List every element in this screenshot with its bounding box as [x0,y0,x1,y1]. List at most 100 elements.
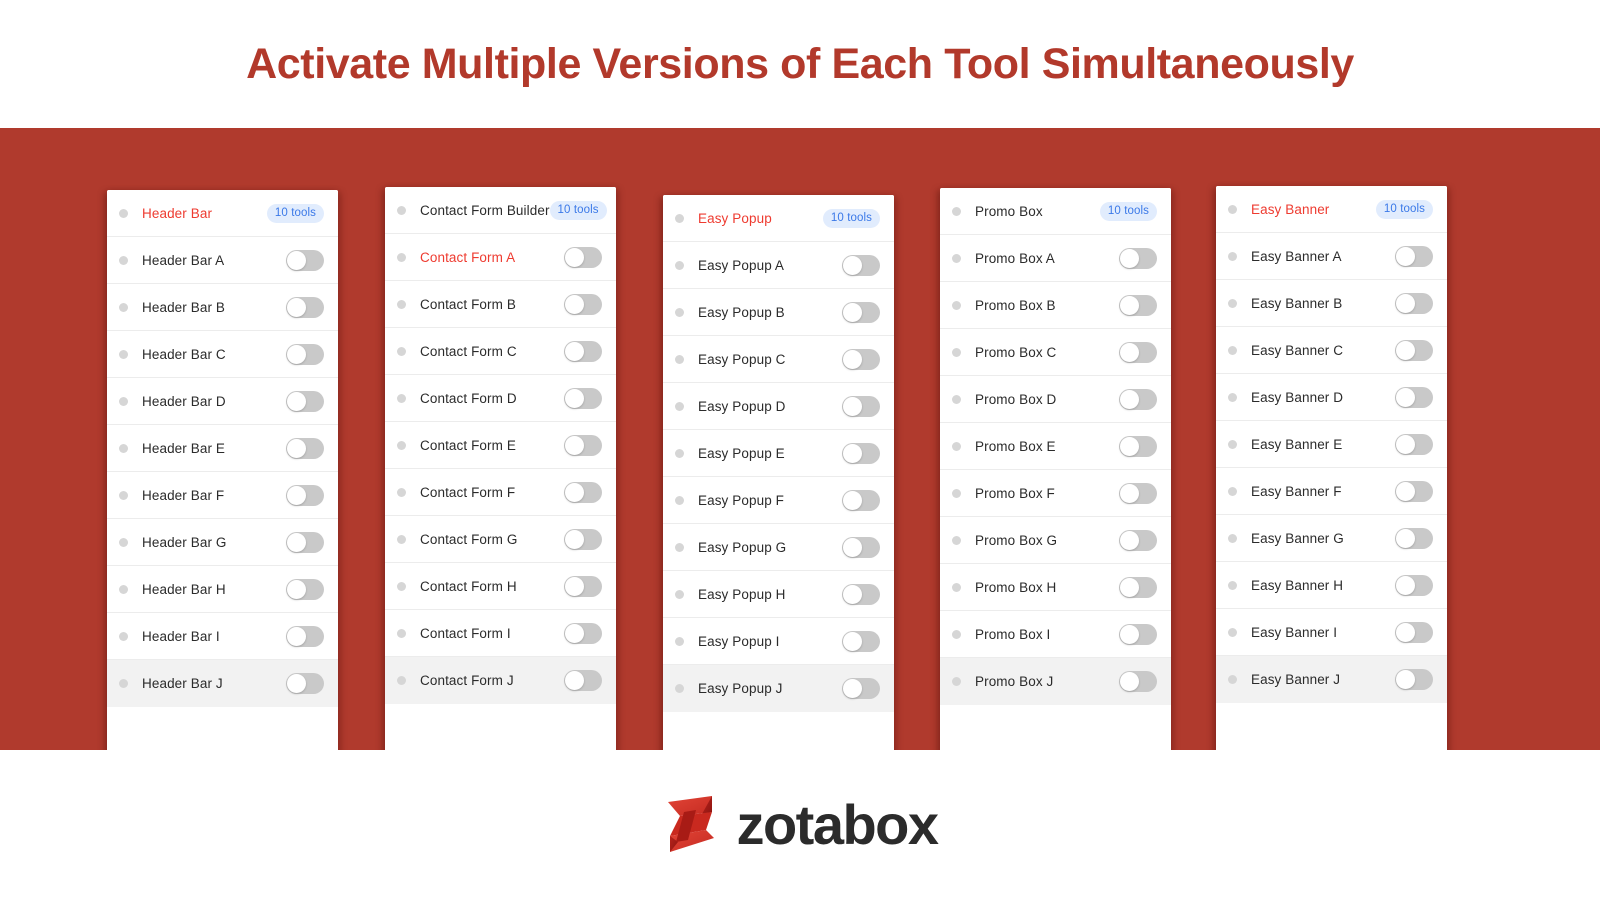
tool-toggle-switch[interactable] [1119,435,1157,457]
tool-toggle-switch[interactable] [1395,386,1433,408]
tool-row[interactable]: Header Bar C [107,331,338,378]
tool-row[interactable]: Easy Popup B [663,289,894,336]
tool-row[interactable]: Header Bar E [107,425,338,472]
tool-toggle-switch[interactable] [1119,576,1157,598]
tool-row[interactable]: Contact Form I [385,610,616,657]
tool-toggle-switch[interactable] [1119,341,1157,363]
tool-row[interactable]: Header Bar A [107,237,338,284]
tool-toggle-switch[interactable] [1119,247,1157,269]
tool-row[interactable]: Easy Banner D [1216,374,1447,421]
tool-row[interactable]: Header Bar B [107,284,338,331]
tool-toggle-switch[interactable] [1119,671,1157,692]
tool-toggle-switch[interactable] [564,670,602,691]
tool-row[interactable]: Contact Form C [385,328,616,375]
tool-row[interactable]: Header Bar F [107,472,338,519]
tool-toggle-switch[interactable] [564,575,602,597]
card-header-easy-popup[interactable]: Easy Popup 10 tools [663,195,894,242]
tool-row[interactable]: Promo Box H [940,564,1171,611]
tool-toggle-switch[interactable] [1119,294,1157,316]
card-header-promo-box[interactable]: Promo Box 10 tools [940,188,1171,235]
tool-toggle-switch[interactable] [564,246,602,268]
tool-row[interactable]: Header Bar H [107,566,338,613]
tool-toggle-switch[interactable] [564,387,602,409]
tool-row[interactable]: Promo Box J [940,658,1171,705]
tool-row[interactable]: Easy Popup D [663,383,894,430]
tool-toggle-switch[interactable] [1395,339,1433,361]
tool-toggle-switch[interactable] [564,481,602,503]
tool-toggle-switch[interactable] [286,673,324,694]
tool-row[interactable]: Promo Box I [940,611,1171,658]
tool-row[interactable]: Easy Popup H [663,571,894,618]
tool-row[interactable]: Easy Popup G [663,524,894,571]
tool-row[interactable]: Contact Form G [385,516,616,563]
tool-toggle-switch[interactable] [564,434,602,456]
tool-toggle-switch[interactable] [842,254,880,276]
tool-toggle-switch[interactable] [286,531,324,553]
tool-toggle-switch[interactable] [1395,433,1433,455]
tool-toggle-switch[interactable] [842,395,880,417]
tool-row[interactable]: Header Bar J [107,660,338,707]
tool-row[interactable]: Easy Banner B [1216,280,1447,327]
tool-toggle-switch[interactable] [286,437,324,459]
tool-toggle-switch[interactable] [1119,529,1157,551]
tool-toggle-switch[interactable] [1395,669,1433,690]
tool-toggle-switch[interactable] [842,301,880,323]
tool-toggle-switch[interactable] [1395,245,1433,267]
tool-row[interactable]: Header Bar I [107,613,338,660]
tool-row[interactable]: Contact Form A [385,234,616,281]
tool-row[interactable]: Easy Banner G [1216,515,1447,562]
tool-toggle-switch[interactable] [842,630,880,652]
tool-toggle-switch[interactable] [1119,388,1157,410]
tool-row[interactable]: Easy Banner C [1216,327,1447,374]
tool-toggle-switch[interactable] [842,348,880,370]
tool-row[interactable]: Promo Box D [940,376,1171,423]
tool-toggle-switch[interactable] [564,528,602,550]
tool-row[interactable]: Easy Banner E [1216,421,1447,468]
tool-toggle-switch[interactable] [842,442,880,464]
tool-row[interactable]: Promo Box A [940,235,1171,282]
tool-row[interactable]: Contact Form F [385,469,616,516]
tool-toggle-switch[interactable] [286,296,324,318]
tool-row[interactable]: Promo Box G [940,517,1171,564]
tool-row[interactable]: Easy Popup J [663,665,894,712]
tool-row[interactable]: Contact Form B [385,281,616,328]
tool-row[interactable]: Easy Popup C [663,336,894,383]
tool-toggle-switch[interactable] [564,340,602,362]
tool-row[interactable]: Easy Popup A [663,242,894,289]
tool-row[interactable]: Easy Popup I [663,618,894,665]
tool-toggle-switch[interactable] [1395,480,1433,502]
tool-row[interactable]: Contact Form E [385,422,616,469]
tool-row[interactable]: Easy Banner F [1216,468,1447,515]
card-header-contact-form-builder[interactable]: Contact Form Builder 10 tools [385,187,616,234]
tool-toggle-switch[interactable] [286,249,324,271]
tool-row[interactable]: Easy Banner A [1216,233,1447,280]
tool-row[interactable]: Contact Form J [385,657,616,704]
tool-toggle-switch[interactable] [1119,623,1157,645]
tool-toggle-switch[interactable] [1119,482,1157,504]
tool-toggle-switch[interactable] [842,678,880,699]
tool-toggle-switch[interactable] [842,583,880,605]
tool-row[interactable]: Promo Box F [940,470,1171,517]
tool-row[interactable]: Contact Form D [385,375,616,422]
tool-toggle-switch[interactable] [1395,621,1433,643]
tool-toggle-switch[interactable] [564,293,602,315]
tool-toggle-switch[interactable] [1395,574,1433,596]
tool-row[interactable]: Contact Form H [385,563,616,610]
tool-row[interactable]: Promo Box C [940,329,1171,376]
tool-row[interactable]: Header Bar D [107,378,338,425]
tool-toggle-switch[interactable] [286,484,324,506]
tool-row[interactable]: Easy Popup E [663,430,894,477]
tool-row[interactable]: Easy Popup F [663,477,894,524]
tool-row[interactable]: Header Bar G [107,519,338,566]
tool-toggle-switch[interactable] [1395,292,1433,314]
tool-toggle-switch[interactable] [286,578,324,600]
tool-toggle-switch[interactable] [842,489,880,511]
card-header-easy-banner[interactable]: Easy Banner 10 tools [1216,186,1447,233]
tool-toggle-switch[interactable] [286,625,324,647]
tool-row[interactable]: Promo Box E [940,423,1171,470]
tool-row[interactable]: Promo Box B [940,282,1171,329]
card-header-header-bar[interactable]: Header Bar 10 tools [107,190,338,237]
tool-toggle-switch[interactable] [286,390,324,412]
tool-toggle-switch[interactable] [564,622,602,644]
tool-toggle-switch[interactable] [286,343,324,365]
